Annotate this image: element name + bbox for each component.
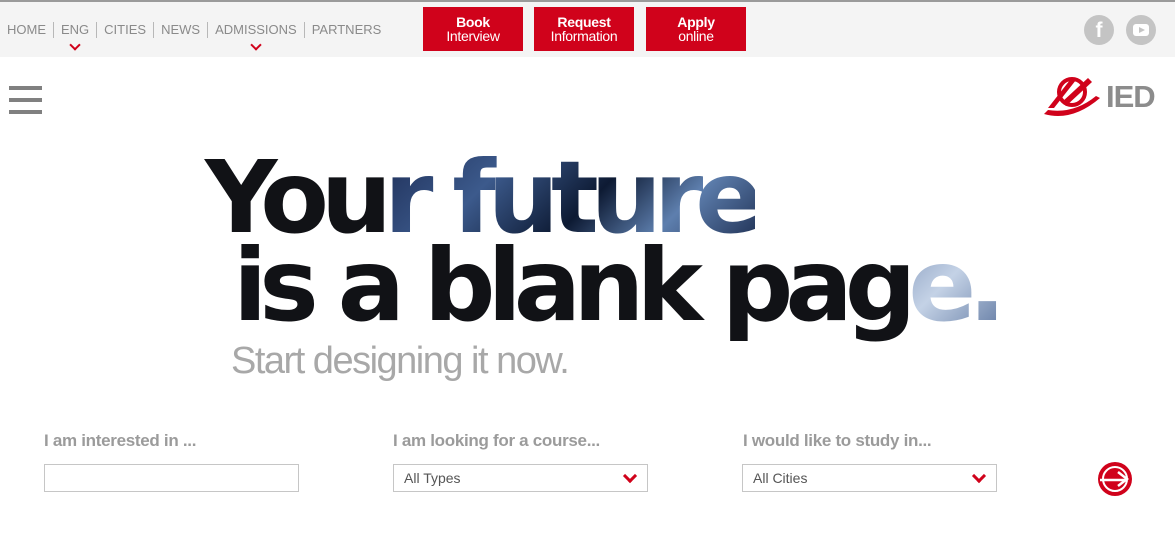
- city-label: I would like to study in...: [743, 431, 932, 450]
- cta-label-secondary: Information: [550, 28, 618, 44]
- facebook-icon[interactable]: f: [1084, 15, 1114, 45]
- hero-headline: Your future is a blank page.: [205, 148, 1006, 336]
- facebook-glyph: f: [1095, 19, 1103, 42]
- interest-label: I am interested in ...: [44, 431, 197, 450]
- nav-admissions-label: ADMISSIONS: [215, 21, 297, 37]
- nav-home[interactable]: HOME: [0, 22, 53, 38]
- city-value: All Cities: [753, 470, 808, 486]
- hero-subheadline: Start designing it now.: [231, 340, 570, 382]
- chevron-down-icon: [250, 38, 262, 51]
- headline-text: is a blank pag: [233, 227, 916, 344]
- nav-admissions[interactable]: ADMISSIONS: [207, 21, 304, 51]
- request-information-button[interactable]: Request Information: [534, 7, 634, 51]
- course-type-value: All Types: [404, 470, 461, 486]
- nav-home-label: HOME: [7, 21, 46, 37]
- chevron-down-icon: [622, 468, 638, 484]
- nav-partners-label: PARTNERS: [311, 21, 382, 37]
- headline-text-image-fill: e.: [908, 227, 1006, 344]
- city-select[interactable]: All Cities: [742, 464, 997, 492]
- cta-label-secondary: Interview: [446, 28, 500, 44]
- main-nav: HOME ENG CITIES NEWS ADMISSIONS PARTNERS: [0, 2, 388, 57]
- apply-online-button[interactable]: Apply online: [646, 7, 746, 51]
- interest-input[interactable]: [55, 466, 288, 490]
- chevron-down-icon: [971, 468, 987, 484]
- cta-label-secondary: online: [678, 28, 714, 44]
- cta-label-primary: Book: [456, 14, 490, 30]
- top-bar: HOME ENG CITIES NEWS ADMISSIONS PARTNERS…: [0, 0, 1175, 57]
- logo-text: IED: [1106, 79, 1156, 114]
- nav-language-label: ENG: [61, 21, 90, 37]
- nav-partners[interactable]: PARTNERS: [303, 21, 389, 38]
- interest-field-wrapper: [44, 464, 299, 492]
- course-type-label: I am looking for a course...: [393, 431, 600, 450]
- chevron-down-icon: [69, 38, 81, 51]
- book-interview-button[interactable]: Book Interview: [423, 7, 523, 51]
- hamburger-menu-icon[interactable]: [9, 86, 42, 114]
- arrow-right-circle-icon[interactable]: [1096, 460, 1134, 498]
- nav-language[interactable]: ENG: [53, 21, 96, 51]
- cta-label-primary: Request: [557, 14, 611, 30]
- nav-cities[interactable]: CITIES: [96, 21, 153, 38]
- nav-news[interactable]: NEWS: [153, 21, 207, 38]
- play-icon: [1133, 24, 1149, 36]
- headline-line-2: is a blank page.: [205, 236, 1006, 336]
- cta-label-primary: Apply: [677, 14, 715, 30]
- nav-news-label: NEWS: [161, 21, 201, 37]
- course-type-select[interactable]: All Types: [393, 464, 648, 492]
- youtube-icon[interactable]: [1126, 15, 1156, 45]
- nav-cities-label: CITIES: [104, 21, 147, 37]
